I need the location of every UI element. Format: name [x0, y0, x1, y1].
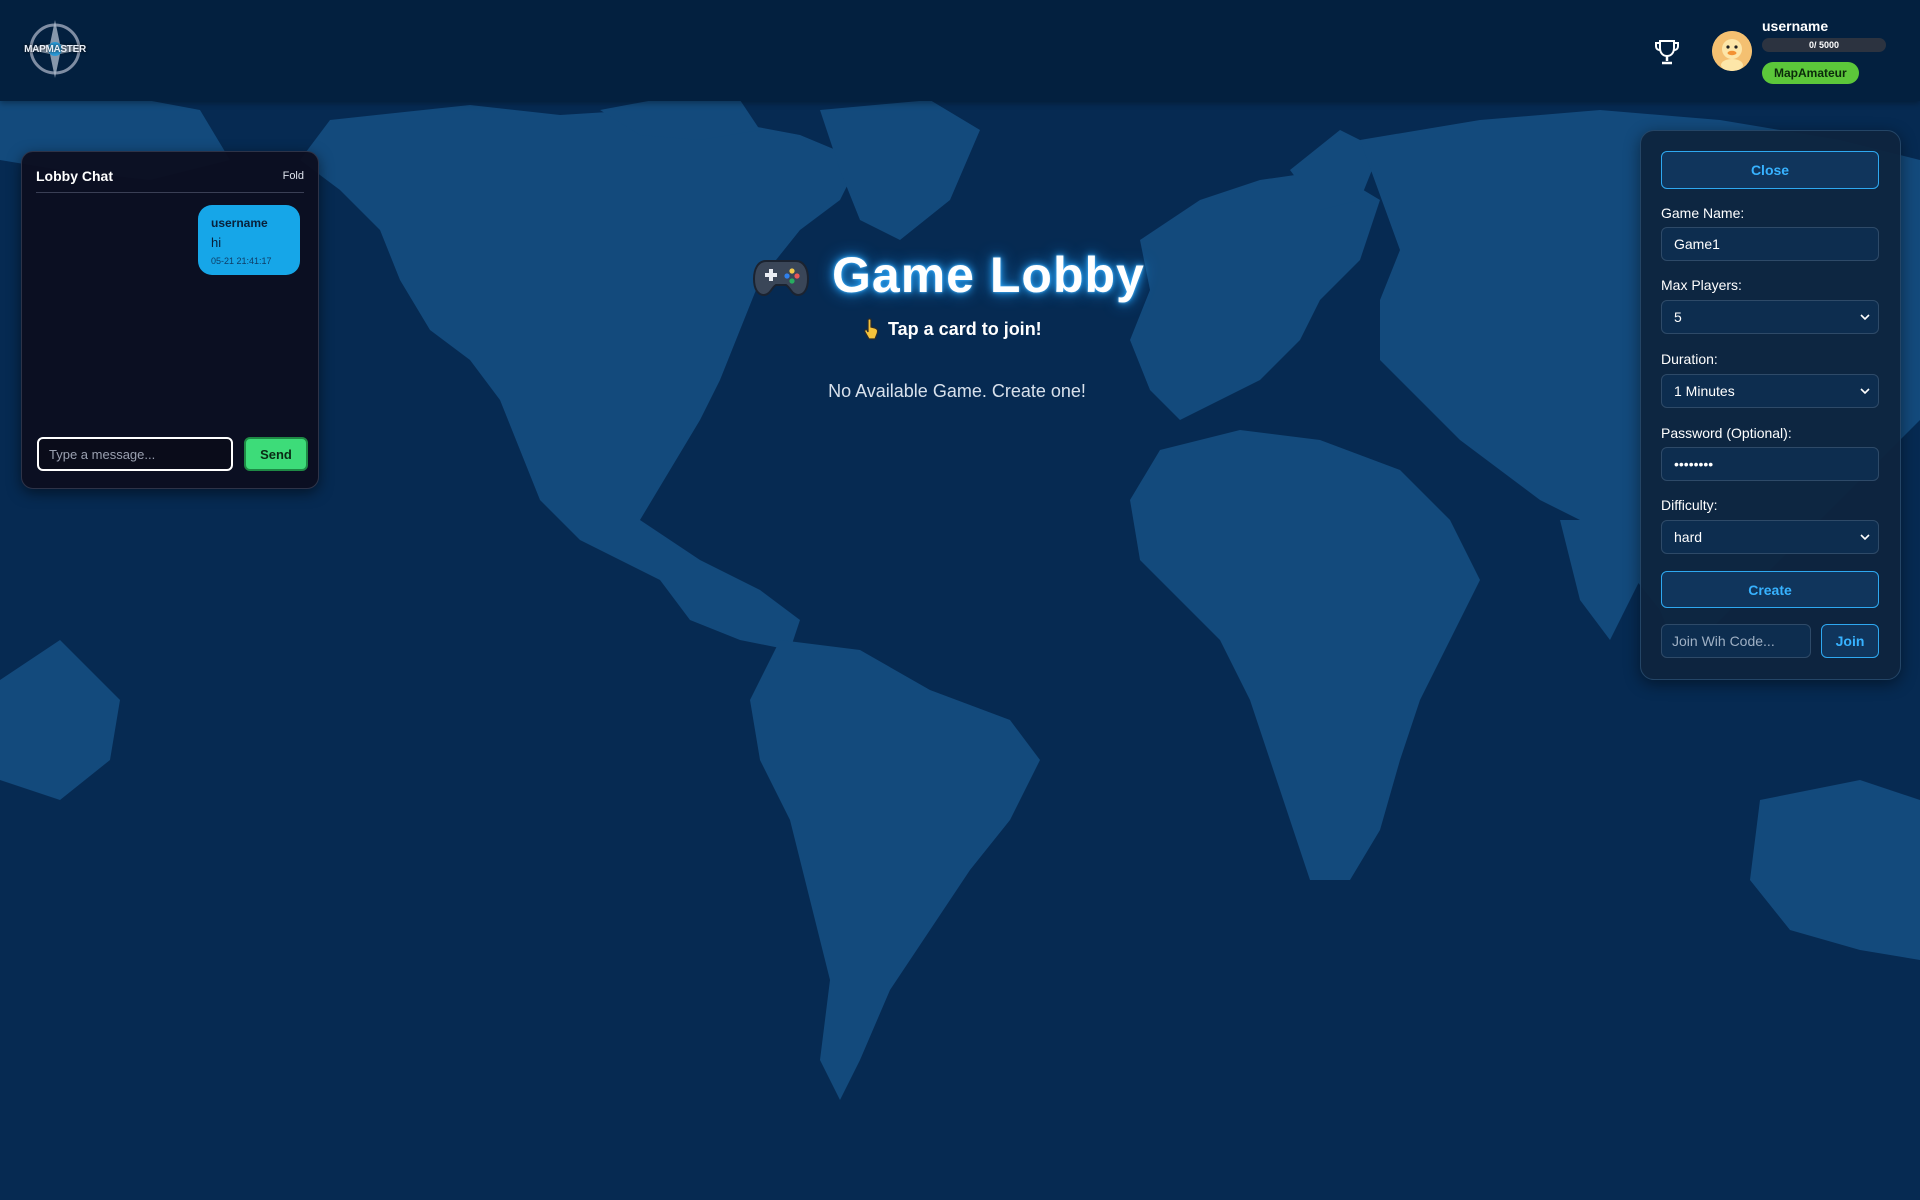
duck-avatar-icon: [1712, 31, 1752, 71]
chat-divider: [36, 192, 304, 193]
join-code-input[interactable]: [1661, 624, 1811, 658]
max-players-value: 5: [1674, 309, 1682, 325]
chat-message-text: hi: [211, 235, 222, 250]
difficulty-select[interactable]: hard: [1661, 520, 1879, 554]
xp-progress-text: 0/ 5000: [1808, 40, 1840, 50]
difficulty-label: Difficulty:: [1661, 497, 1718, 513]
duration-label: Duration:: [1661, 351, 1718, 367]
chat-title: Lobby Chat: [36, 168, 113, 184]
chat-message-user: username: [211, 216, 268, 230]
gamepad-icon: [752, 260, 810, 297]
chat-message: username hi 05-21 21:41:17: [198, 205, 300, 275]
create-game-panel: Close Game Name: Game1 Max Players: 5 Du…: [1640, 130, 1901, 680]
rank-badge: MapAmateur: [1762, 62, 1859, 84]
max-players-label: Max Players:: [1661, 277, 1742, 293]
chat-fold-button[interactable]: Fold: [283, 170, 304, 182]
game-name-input[interactable]: Game1: [1661, 227, 1879, 261]
join-button[interactable]: Join: [1821, 624, 1879, 658]
username-label: username: [1762, 18, 1829, 34]
password-input[interactable]: ••••••••: [1661, 447, 1879, 481]
logo-text: MAPMASTER: [24, 44, 86, 55]
xp-progress-bar: 0/ 5000: [1762, 38, 1886, 52]
chevron-down-icon: [1860, 388, 1870, 395]
duration-value: 1 Minutes: [1674, 383, 1735, 399]
game-name-label: Game Name:: [1661, 205, 1745, 221]
top-navbar: MAPMASTER username 0/ 5000 MapAmateur: [0, 0, 1920, 101]
send-button[interactable]: Send: [244, 437, 308, 471]
create-button[interactable]: Create: [1661, 571, 1879, 608]
lobby-heading: Game Lobby: [752, 240, 1145, 310]
tap-hint: Tap a card to join!: [864, 318, 1042, 340]
tap-hint-text: Tap a card to join!: [888, 318, 1042, 339]
chevron-down-icon: [1860, 534, 1870, 541]
close-button[interactable]: Close: [1661, 151, 1879, 189]
duration-select[interactable]: 1 Minutes: [1661, 374, 1879, 408]
empty-state-text: No Available Game. Create one!: [828, 381, 1086, 401]
max-players-select[interactable]: 5: [1661, 300, 1879, 334]
difficulty-value: hard: [1674, 529, 1703, 545]
chat-message-time: 05-21 21:41:17: [211, 256, 272, 266]
password-label: Password (Optional):: [1661, 425, 1792, 441]
avatar[interactable]: [1712, 31, 1752, 71]
page-title: Game Lobby: [832, 247, 1145, 303]
lobby-chat-panel: Lobby Chat Fold username hi 05-21 21:41:…: [21, 151, 319, 489]
chevron-down-icon: [1860, 314, 1870, 321]
pointing-hand-icon: [864, 318, 879, 340]
chat-message-input[interactable]: [37, 437, 233, 471]
trophy-icon[interactable]: [1652, 37, 1682, 67]
